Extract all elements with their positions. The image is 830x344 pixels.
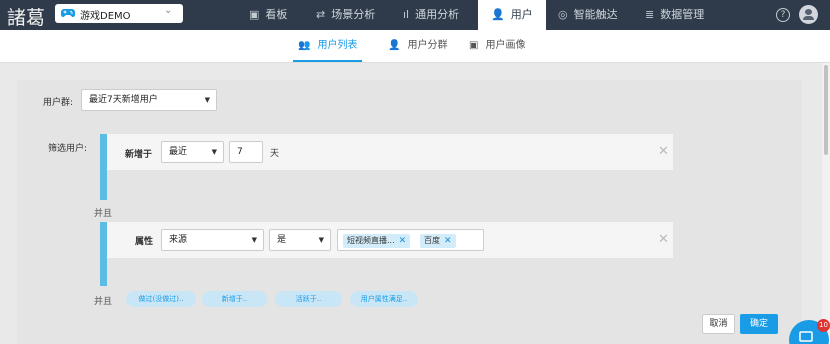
- remove-tag-icon[interactable]: ✕: [444, 236, 452, 246]
- operator-select[interactable]: 是 ▼: [269, 229, 331, 251]
- rule-bar: [100, 134, 107, 200]
- user-group-label: 用户群:: [43, 98, 74, 108]
- scrollbar-thumb[interactable]: [824, 65, 828, 155]
- project-selector[interactable]: 游戏DEMO ⌄: [55, 4, 183, 23]
- and-connector: 并且: [94, 209, 113, 219]
- range-select[interactable]: 最近 ▼: [161, 141, 224, 163]
- property-select[interactable]: 来源 ▼: [161, 229, 264, 251]
- gamepad-icon: [61, 9, 75, 17]
- caret-down-icon: ▼: [318, 236, 324, 244]
- project-name: 游戏DEMO: [80, 11, 131, 22]
- days-unit: 天: [270, 149, 280, 159]
- nav-label: 看板: [265, 8, 288, 21]
- caret-down-icon: ▼: [204, 96, 210, 104]
- cancel-button[interactable]: 取消: [702, 314, 735, 334]
- bar-chart-icon: ıl: [403, 8, 410, 21]
- days-value: 7: [237, 147, 243, 157]
- tab-label: 用户列表: [317, 40, 358, 51]
- help-icon[interactable]: ?: [776, 8, 790, 22]
- remove-rule-icon[interactable]: ✕: [658, 144, 669, 159]
- caret-down-icon: ▼: [251, 236, 257, 244]
- avatar-body: [803, 16, 814, 20]
- dashboard-icon: ▣: [249, 8, 260, 21]
- profile-icon: ▣: [469, 40, 479, 51]
- nav-label: 场景分析: [331, 8, 376, 21]
- user-group-select[interactable]: 最近7天新增用户 ▼: [81, 89, 217, 111]
- rule-label: 新增于: [125, 150, 153, 160]
- add-property-button[interactable]: 用户属性满足..: [350, 291, 418, 307]
- filter-users-label: 筛选用户:: [48, 144, 88, 154]
- reach-icon: ◎: [558, 8, 568, 21]
- nav-dashboard[interactable]: ▣ 看板: [249, 0, 287, 30]
- avatar[interactable]: [799, 5, 818, 24]
- days-input[interactable]: 7: [229, 141, 263, 163]
- nav-users[interactable]: 👤 用户: [478, 0, 546, 30]
- scene-icon: ⇄: [316, 8, 326, 21]
- nav-general-analysis[interactable]: ıl 通用分析: [403, 0, 459, 30]
- rule-label: 属性: [135, 237, 154, 247]
- range-value: 最近: [169, 147, 188, 157]
- database-icon: ≣: [645, 8, 655, 21]
- add-new-in-button[interactable]: 新增于..: [202, 291, 267, 307]
- nav-smart-reach[interactable]: ◎ 智能触达: [558, 0, 618, 30]
- tab-user-segments[interactable]: 👤 用户分群: [388, 30, 447, 62]
- value-tag: 百度 ✕: [420, 234, 456, 248]
- chat-badge: 10: [817, 319, 830, 332]
- avatar-head: [805, 9, 812, 15]
- chat-icon: [799, 331, 813, 342]
- remove-tag-icon[interactable]: ✕: [399, 236, 407, 246]
- nav-label: 用户: [510, 8, 533, 21]
- remove-rule-icon[interactable]: ✕: [658, 232, 669, 247]
- add-active-in-button[interactable]: 活跃于..: [275, 291, 342, 307]
- top-nav: 諸葛 游戏DEMO ⌄ ▣ 看板 ⇄ 场景分析 ıl 通用分析 👤 用户 ◎ 智能触达 ≣…: [0, 0, 830, 30]
- sub-nav: 👥 用户列表 👤 用户分群 ▣ 用户画像: [0, 30, 830, 63]
- rule-bar: [100, 222, 107, 286]
- chevron-down-icon: ⌄: [164, 5, 173, 16]
- nav-label: 智能触达: [573, 8, 618, 21]
- add-did-filter-button[interactable]: 做过(没做过)..: [126, 291, 196, 307]
- tab-label: 用户分群: [407, 40, 448, 51]
- confirm-button[interactable]: 确定: [740, 314, 778, 334]
- app-logo[interactable]: 諸葛: [7, 3, 45, 30]
- property-value: 来源: [169, 235, 188, 245]
- scrollbar[interactable]: [822, 63, 830, 344]
- value-tag: 短视频直播... ✕: [343, 234, 411, 248]
- value-multiselect[interactable]: 短视频直播... ✕ 百度 ✕: [337, 229, 484, 251]
- user-list-icon: 👥: [298, 40, 311, 51]
- user-group-value: 最近7天新增用户: [89, 95, 158, 105]
- user-icon: 👤: [491, 8, 505, 21]
- nav-label: 数据管理: [660, 8, 705, 21]
- nav-data-management[interactable]: ≣ 数据管理: [645, 0, 704, 30]
- tab-user-list[interactable]: 👥 用户列表: [293, 30, 363, 62]
- and-connector: 并且: [94, 297, 113, 307]
- caret-down-icon: ▼: [211, 148, 217, 156]
- nav-label: 通用分析: [415, 8, 460, 21]
- tab-label: 用户画像: [485, 40, 526, 51]
- tab-user-profile[interactable]: ▣ 用户画像: [469, 30, 525, 62]
- user-segment-icon: 👤: [388, 40, 401, 51]
- operator-value: 是: [277, 235, 287, 245]
- nav-scene-analysis[interactable]: ⇄ 场景分析: [316, 0, 375, 30]
